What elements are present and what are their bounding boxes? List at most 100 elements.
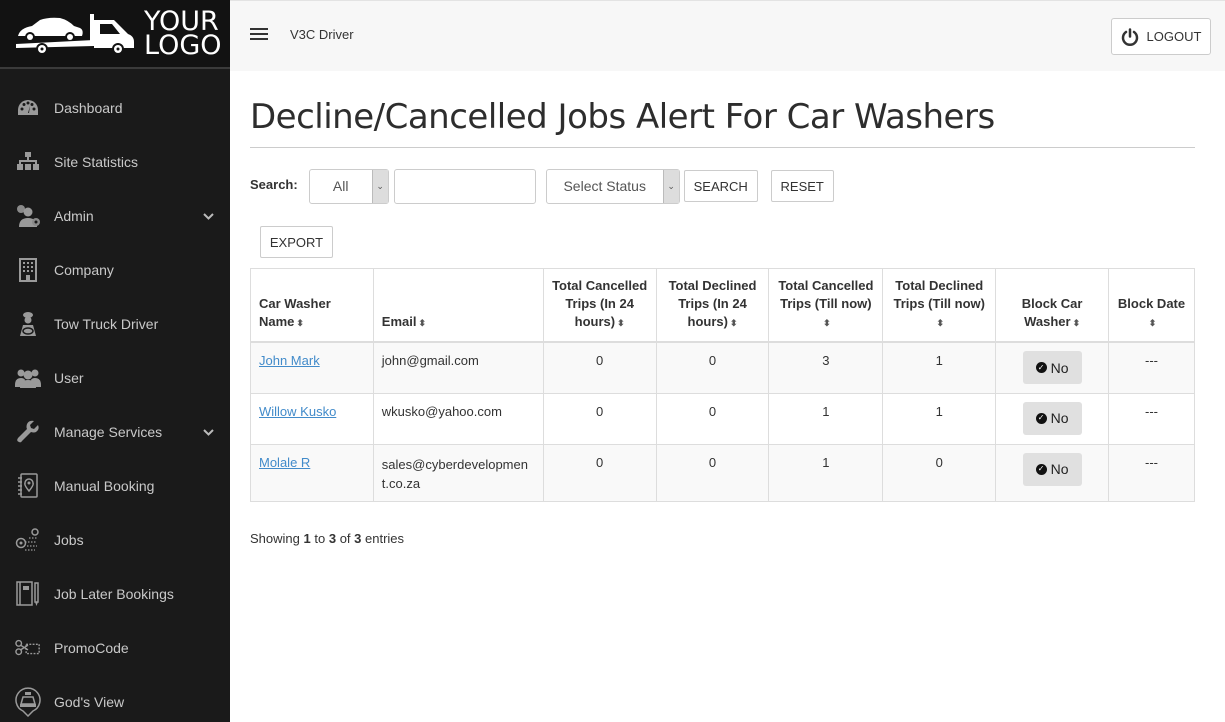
logout-label: LOGOUT <box>1146 29 1202 44</box>
menu-toggle-icon[interactable] <box>250 28 268 40</box>
search-label: Search: <box>250 176 298 192</box>
tow-truck-logo-icon <box>16 13 134 55</box>
booking-notebook-icon <box>15 473 41 499</box>
sidebar-item-site-statistics[interactable]: Site Statistics <box>0 135 230 189</box>
block-date-cell: --- <box>1108 443 1195 502</box>
chevron-down-icon <box>203 425 214 439</box>
sidebar-item-tow-truck-driver[interactable]: Tow Truck Driver <box>0 297 230 351</box>
sort-icon: ⬍ <box>823 318 831 328</box>
logo-text: YOUR LOGO <box>144 5 222 61</box>
cancelled-24h-cell: 0 <box>542 392 657 445</box>
logo[interactable]: YOUR LOGO <box>0 0 230 69</box>
table-row: Willow Kusko wkusko@yahoo.com 0 0 1 1 ✓ N… <box>250 392 1195 445</box>
check-circle-icon: ✓ <box>1035 362 1047 373</box>
check-circle-icon: ✓ <box>1035 412 1047 424</box>
car-washer-name-link[interactable]: Willow Kusko <box>259 404 336 419</box>
email-cell: john@gmail.com <box>372 341 544 394</box>
declined-24h-cell: 0 <box>655 341 770 394</box>
column-header-block[interactable]: Block Car Washer ⬍ <box>995 268 1110 343</box>
sidebar-item-label: User <box>54 370 84 386</box>
chevron-down-icon: ⌄ <box>662 169 679 203</box>
sort-icon: ⬍ <box>1072 318 1081 328</box>
cancelled-24h-cell: 0 <box>542 443 657 502</box>
column-header-email[interactable]: Email ⬍ <box>372 268 544 343</box>
column-header-declined-total[interactable]: Total Declined Trips (Till now) ⬍ <box>882 268 997 343</box>
email-cell: sales@cyberdevelopment.co.za <box>372 443 544 502</box>
search-input[interactable] <box>393 168 536 204</box>
sidebar-item-label: PromoCode <box>54 640 129 656</box>
page-title: Decline/Cancelled Jobs Alert For Car Was… <box>250 97 1195 148</box>
sidebar-item-manual-booking[interactable]: Manual Booking <box>0 459 230 513</box>
email-cell: wkusko@yahoo.com <box>372 392 544 445</box>
sidebar-nav: Dashboard Site Statistics Admin Company <box>0 81 230 722</box>
logout-button[interactable]: LOGOUT <box>1111 18 1211 55</box>
cancelled-total-cell: 3 <box>768 341 884 394</box>
declined-24h-cell: 0 <box>655 443 770 502</box>
block-toggle-button[interactable]: ✓ No <box>1022 351 1082 384</box>
sidebar-item-label: Job Later Bookings <box>54 586 174 602</box>
declined-total-cell: 0 <box>882 443 997 502</box>
export-button[interactable]: EXPORT <box>260 226 333 258</box>
search-type-select[interactable]: All ⌄ <box>308 168 389 204</box>
block-toggle-button[interactable]: ✓ No <box>1022 401 1082 435</box>
sidebar-item-manage-services[interactable]: Manage Services <box>0 405 230 459</box>
dashboard-gauge-icon <box>15 95 41 121</box>
reset-button[interactable]: RESET <box>770 170 834 202</box>
building-icon <box>15 257 41 283</box>
sort-icon: ⬍ <box>617 318 625 328</box>
sidebar-item-gods-view[interactable]: God's View <box>0 675 230 722</box>
sidebar-item-promocode[interactable]: PromoCode <box>0 621 230 675</box>
column-header-cancelled-24h[interactable]: Total Cancelled Trips (In 24 hours) ⬍ <box>542 268 657 343</box>
sidebar-item-admin[interactable]: Admin <box>0 189 230 243</box>
sidebar-item-label: Company <box>54 262 114 278</box>
car-washer-name-link[interactable]: John Mark <box>259 353 320 368</box>
sidebar-item-label: Site Statistics <box>54 154 139 170</box>
sidebar-item-label: Admin <box>54 208 94 224</box>
car-washer-name-link[interactable]: Molale R <box>259 455 310 470</box>
sort-icon: ⬍ <box>729 318 738 328</box>
column-header-cancelled-total[interactable]: Total Cancelled Trips (Till now) ⬍ <box>768 268 884 343</box>
scissors-coupon-icon <box>15 635 41 661</box>
sort-icon: ⬍ <box>418 318 427 328</box>
wrench-icon <box>15 419 41 445</box>
search-button[interactable]: SEARCH <box>683 170 758 202</box>
sidebar-item-user[interactable]: User <box>0 351 230 405</box>
sidebar-item-company[interactable]: Company <box>0 243 230 297</box>
chevron-down-icon <box>203 209 214 223</box>
table-row: Molale R sales@cyberdevelopment.co.za 0 … <box>250 443 1195 502</box>
table-info: Showing 1 to 3 of 3 entries <box>250 530 405 546</box>
sidebar-item-label: Manage Services <box>54 424 163 440</box>
sidebar: YOUR LOGO Dashboard Site Statistics Admi… <box>0 0 230 722</box>
taxi-pin-icon <box>15 687 41 717</box>
table-row: John Mark john@gmail.com 0 0 3 1 ✓ No --- <box>250 341 1195 394</box>
cancelled-total-cell: 1 <box>768 443 884 502</box>
route-pin-icon <box>15 527 41 553</box>
power-icon <box>1121 27 1138 46</box>
alerts-table: Car Washer Name ⬍ Email ⬍ Total Cancelled … <box>250 268 1195 502</box>
sidebar-item-job-later-bookings[interactable]: Job Later Bookings <box>0 567 230 621</box>
sidebar-item-label: Jobs <box>54 532 84 548</box>
block-date-cell: --- <box>1108 392 1195 445</box>
users-cog-icon <box>15 203 41 229</box>
column-header-block-date[interactable]: Block Date ⬍ <box>1108 268 1195 343</box>
sort-icon: ⬍ <box>1148 318 1157 328</box>
sidebar-item-jobs[interactable]: Jobs <box>0 513 230 567</box>
cancelled-24h-cell: 0 <box>542 341 657 394</box>
table-header-row: Car Washer Name ⬍ Email ⬍ Total Cancelled … <box>250 268 1195 343</box>
chevron-down-icon: ⌄ <box>371 169 388 203</box>
block-toggle-button[interactable]: ✓ No <box>1022 452 1082 486</box>
sidebar-item-dashboard[interactable]: Dashboard <box>0 81 230 135</box>
sidebar-item-label: Tow Truck Driver <box>54 316 159 332</box>
search-filters: Search: All ⌄ Select Status ⌄ SEARCH RES… <box>250 168 1195 204</box>
sort-icon: ⬍ <box>936 318 945 328</box>
status-select[interactable]: Select Status ⌄ <box>545 168 680 204</box>
column-header-name[interactable]: Car Washer Name ⬍ <box>250 268 374 343</box>
cancelled-total-cell: 1 <box>768 392 884 445</box>
check-circle-icon: ✓ <box>1035 463 1047 475</box>
users-icon <box>15 365 41 391</box>
sidebar-item-label: Dashboard <box>54 100 123 116</box>
sitemap-icon <box>15 149 41 175</box>
column-header-declined-24h[interactable]: Total Declined Trips (In 24 hours) ⬍ <box>655 268 770 343</box>
declined-total-cell: 1 <box>882 341 997 394</box>
sidebar-item-label: Manual Booking <box>54 478 155 494</box>
